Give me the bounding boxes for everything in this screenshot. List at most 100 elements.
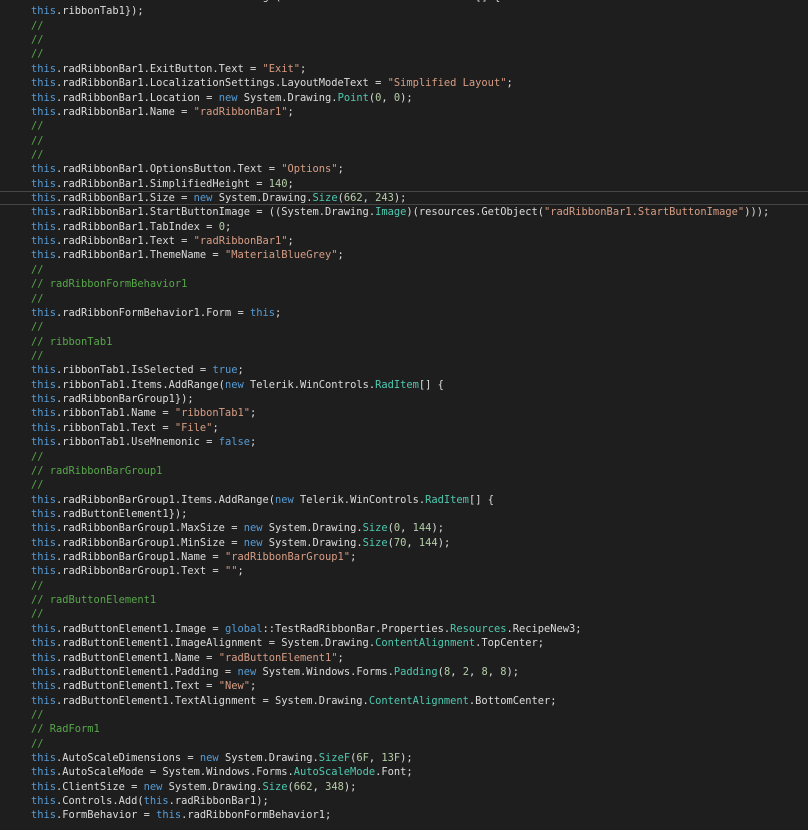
code-line[interactable]: //	[31, 263, 808, 277]
code-line[interactable]: //	[31, 119, 808, 133]
code-token: );	[400, 752, 413, 765]
code-line[interactable]: this.radButtonElement1.Text = "New";	[31, 679, 808, 693]
code-line[interactable]: this.radButtonElement1.TextAlignment = S…	[31, 694, 808, 708]
code-text-area[interactable]: this .radRibbonBar1.CommandTabs.AddRange(…	[0, 0, 808, 823]
code-line[interactable]: this.Controls.Add(this.radRibbonBar1);	[31, 794, 808, 808]
code-line[interactable]: //	[31, 349, 808, 363]
code-line[interactable]: //	[31, 478, 808, 492]
code-line[interactable]: //	[31, 708, 808, 722]
code-line[interactable]: this.radButtonElement1.Padding = new Sys…	[31, 665, 808, 679]
code-line[interactable]: //	[31, 134, 808, 148]
comment-token: // radButtonElement1	[31, 594, 157, 607]
code-line[interactable]: this.radButtonElement1.Image = global::T…	[31, 622, 808, 636]
string-token: "radRibbonBarGroup1"	[224, 551, 351, 564]
code-line[interactable]: this.radButtonElement1});	[31, 507, 808, 521]
type-token: ContentAlignment	[375, 637, 476, 650]
code-token: .Controls.Add(	[56, 795, 144, 808]
code-editor[interactable]: this .radRibbonBar1.CommandTabs.AddRange(…	[0, 0, 808, 830]
code-line[interactable]: this.radRibbonBar1.OptionsButton.Text = …	[31, 162, 808, 176]
code-token: ;	[337, 163, 344, 176]
code-line[interactable]: //	[31, 33, 808, 47]
code-line[interactable]: this.radRibbonBar1.LocalizationSettings.…	[31, 76, 808, 90]
code-token: .ClientSize =	[56, 780, 144, 793]
code-line[interactable]: this.radButtonElement1.Name = "radButton…	[31, 651, 808, 665]
code-line[interactable]: this.radRibbonBar1.ExitButton.Text = "Ex…	[31, 62, 808, 76]
code-line[interactable]: this.ribbonTab1});	[31, 4, 808, 18]
code-line[interactable]: this.radRibbonBar1.Location = new System…	[31, 91, 808, 105]
code-token: .radButtonElement1.ImageAlignment = Syst…	[56, 637, 376, 650]
code-line[interactable]: // radButtonElement1	[31, 593, 808, 607]
code-token: .radButtonElement1.Image =	[56, 622, 225, 635]
code-line[interactable]: this.radRibbonBarGroup1.Name = "radRibbo…	[31, 550, 808, 564]
code-line[interactable]: this.radRibbonBarGroup1.Text = "";	[31, 564, 808, 578]
type-token: Image	[375, 206, 407, 219]
code-line[interactable]: // RadForm1	[31, 722, 808, 736]
keyword-token: new	[218, 91, 238, 104]
comment-token: //	[31, 48, 44, 61]
keyword-token: this	[31, 551, 57, 564]
code-line[interactable]: //	[31, 607, 808, 621]
code-line[interactable]: this.radRibbonBar1.Text = "radRibbonBar1…	[31, 234, 808, 248]
code-token: ,	[381, 91, 394, 104]
code-line[interactable]: this.radRibbonBar1.TabIndex = 0;	[31, 220, 808, 234]
code-line[interactable]: this.ribbonTab1.IsSelected = true;	[31, 363, 808, 377]
number-token: 13F	[381, 752, 401, 765]
code-token: .radButtonElement1});	[56, 507, 188, 520]
code-line[interactable]: this.radRibbonBarGroup1.Items.AddRange(n…	[31, 493, 808, 507]
code-line[interactable]: this.radRibbonBar1.StartButtonImage = ((…	[31, 205, 808, 219]
code-line[interactable]: this.FormBehavior = this.radRibbonFormBe…	[31, 808, 808, 822]
code-line[interactable]: //	[31, 450, 808, 464]
comment-token: // ribbonTab1	[31, 335, 113, 348]
code-token: .radButtonElement1.TextAlignment = Syste…	[56, 694, 369, 707]
code-token: .ribbonTab1.Text =	[56, 421, 175, 434]
code-line[interactable]: // radRibbonFormBehavior1	[31, 277, 808, 291]
code-line[interactable]: this.radRibbonBar1.Name = "radRibbonBar1…	[31, 105, 808, 119]
code-line[interactable]: this.ribbonTab1.Text = "File";	[31, 421, 808, 435]
code-line[interactable]: //	[31, 737, 808, 751]
code-line[interactable]: // ribbonTab1	[31, 335, 808, 349]
code-line[interactable]: //	[31, 579, 808, 593]
code-line[interactable]: //	[31, 148, 808, 162]
comment-token: // radRibbonFormBehavior1	[31, 278, 188, 291]
code-line[interactable]: this.AutoScaleMode = System.Windows.Form…	[31, 765, 808, 779]
code-line[interactable]: //	[31, 320, 808, 334]
code-line[interactable]: this.ribbonTab1.Name = "ribbonTab1";	[31, 406, 808, 420]
code-line[interactable]: this.ribbonTab1.Items.AddRange(new Teler…	[31, 378, 808, 392]
code-line[interactable]: this.AutoScaleDimensions = new System.Dr…	[31, 751, 808, 765]
code-token: .BottomCenter;	[468, 694, 557, 707]
string-token: "ribbonTab1"	[174, 407, 250, 420]
code-token: ,	[406, 536, 419, 549]
code-token: .radRibbonBar1.Location =	[56, 91, 219, 104]
type-token: Padding	[393, 665, 438, 678]
type-token: RadItem	[431, 0, 475, 3]
code-line[interactable]: this.radButtonElement1.ImageAlignment = …	[31, 636, 808, 650]
code-line[interactable]: // radRibbonBarGroup1	[31, 464, 808, 478]
code-line[interactable]: this.ribbonTab1.UseMnemonic = false;	[31, 435, 808, 449]
keyword-token: this	[31, 91, 57, 104]
keyword-token: true	[212, 364, 238, 377]
code-line[interactable]: this.radRibbonFormBehavior1.Form = this;	[31, 306, 808, 320]
number-token: 662	[343, 192, 363, 205]
code-line[interactable]: this.radRibbonBarGroup1.MaxSize = new Sy…	[31, 521, 808, 535]
comment-token: //	[31, 19, 44, 32]
code-token: System.Drawing.	[262, 522, 363, 535]
code-token: .radRibbonBar1.Size =	[56, 192, 194, 205]
code-line[interactable]: this.ClientSize = new System.Drawing.Siz…	[31, 780, 808, 794]
code-line[interactable]: this.radRibbonBarGroup1});	[31, 392, 808, 406]
number-token: 6F	[356, 752, 369, 765]
code-line[interactable]: this.radRibbonBar1.Size = new System.Dra…	[0, 191, 808, 206]
code-token: ,	[312, 780, 326, 793]
type-token: Size	[362, 522, 388, 535]
code-token: .radRibbonBarGroup1});	[56, 393, 194, 406]
code-line[interactable]: this.radRibbonBarGroup1.MinSize = new Sy…	[31, 536, 808, 550]
type-token: SizeF	[318, 752, 351, 765]
code-line[interactable]: //	[31, 47, 808, 61]
code-line[interactable]: //	[31, 292, 808, 306]
code-line[interactable]: //	[31, 19, 808, 33]
comment-token: //	[31, 321, 44, 334]
keyword-token: false	[218, 436, 250, 449]
code-line[interactable]: this.radRibbonBar1.SimplifiedHeight = 14…	[31, 177, 808, 191]
keyword-token: this	[31, 421, 57, 434]
keyword-token: new	[199, 752, 219, 765]
code-line[interactable]: this.radRibbonBar1.ThemeName = "Material…	[31, 248, 808, 262]
